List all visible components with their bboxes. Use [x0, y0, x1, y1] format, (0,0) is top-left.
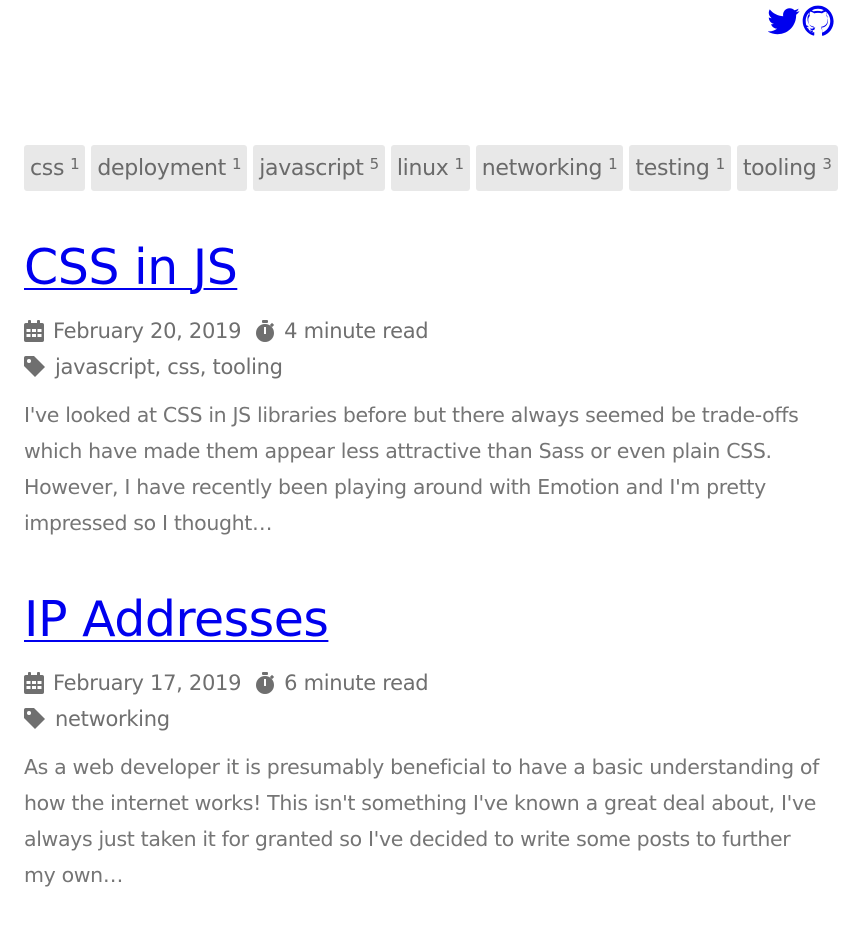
tag-label: css	[30, 155, 65, 181]
tag-label: networking	[481, 155, 603, 181]
post-meta: February 20, 2019 4 minute read	[24, 313, 824, 349]
calendar-icon	[24, 320, 44, 342]
tag-count: 1	[70, 155, 80, 173]
github-link[interactable]	[802, 5, 834, 37]
tag-count: 1	[454, 155, 465, 173]
twitter-link[interactable]	[768, 5, 800, 37]
post-read-time: 6 minute read	[284, 671, 429, 695]
tag-list: css 1 deployment 1 javascript 5 linux 1 netw…	[24, 145, 838, 191]
tag-icon	[24, 708, 46, 730]
calendar-icon	[24, 672, 44, 694]
post-title-link[interactable]: IP Addresses	[24, 592, 329, 648]
tag-deployment[interactable]: deployment 1	[91, 145, 248, 191]
post-tag-list: javascript, css, tooling	[55, 355, 283, 379]
github-icon	[802, 5, 834, 36]
tag-linux[interactable]: linux 1	[390, 145, 470, 191]
tag-javascript[interactable]: javascript 5	[253, 145, 385, 191]
post-excerpt: I've looked at CSS in JS libraries befor…	[24, 403, 799, 535]
tag-count: 5	[369, 155, 380, 173]
tag-networking[interactable]: networking 1	[475, 145, 624, 191]
stopwatch-icon	[255, 320, 275, 342]
tag-label: tooling	[742, 155, 817, 181]
stopwatch-icon	[255, 672, 275, 694]
tag-label: linux	[396, 155, 449, 181]
post-date: February 17, 2019	[53, 671, 242, 695]
social-links	[768, 5, 834, 37]
tag-count: 3	[822, 155, 832, 173]
tag-tooling[interactable]: tooling 3	[736, 145, 838, 191]
post-tag-list: networking	[55, 707, 170, 731]
tag-icon	[24, 356, 46, 378]
tag-label: javascript	[259, 155, 364, 181]
post-tags: javascript, css, tooling	[24, 349, 824, 385]
post-meta: February 17, 2019 6 minute read	[24, 665, 824, 701]
post-card: IP Addresses February 17, 2019 6 minute …	[24, 592, 824, 893]
tag-label: deployment	[97, 155, 226, 181]
post-title-link[interactable]: CSS in JS	[24, 240, 238, 296]
twitter-icon	[768, 8, 800, 35]
tag-testing[interactable]: testing 1	[629, 145, 731, 191]
tag-count: 1	[231, 155, 242, 173]
post-date: February 20, 2019	[53, 319, 242, 343]
post-tags: networking	[24, 701, 824, 737]
tag-label: testing	[635, 155, 710, 181]
tag-count: 1	[608, 155, 618, 173]
post-excerpt: As a web developer it is presumably bene…	[24, 755, 819, 887]
tag-css[interactable]: css 1	[24, 145, 86, 191]
tag-count: 1	[715, 155, 726, 173]
post-card: CSS in JS February 20, 2019 4 minute rea…	[24, 240, 824, 541]
post-read-time: 4 minute read	[284, 319, 429, 343]
